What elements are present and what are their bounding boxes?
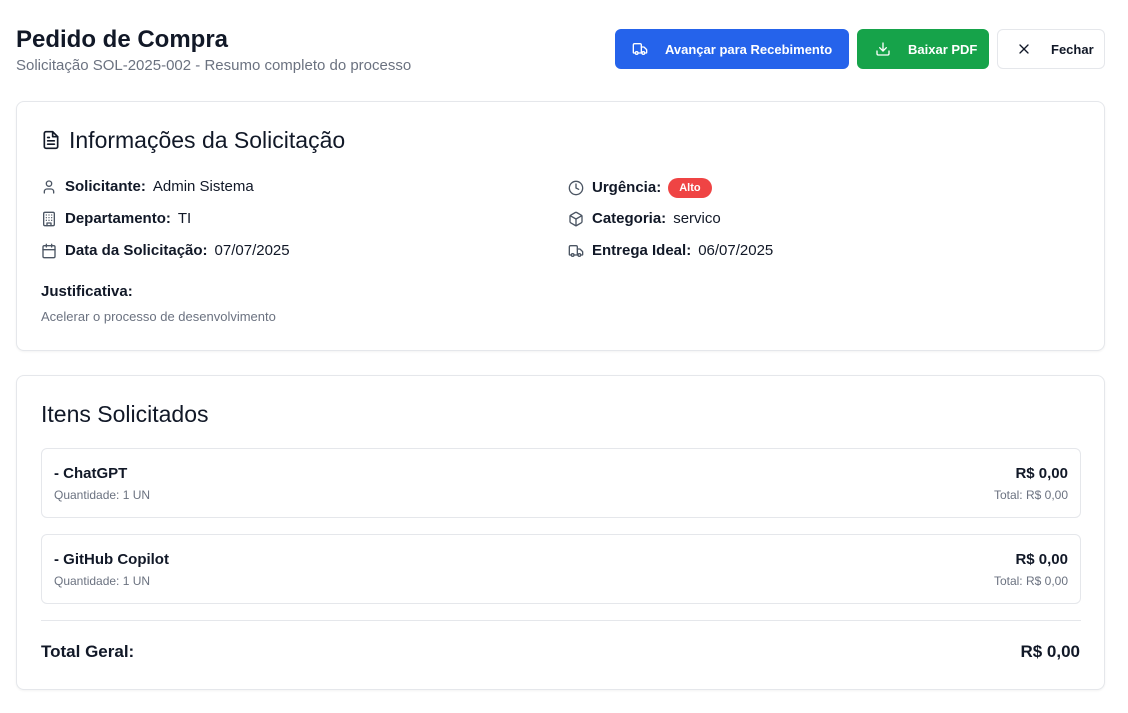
- item-total: Total: R$ 0,00: [993, 488, 1068, 502]
- list-item: - GitHub Copilot Quantidade: 1 UN R$ 0,0…: [41, 534, 1081, 604]
- total-divider: [41, 620, 1081, 621]
- department-value: TI: [177, 210, 192, 227]
- department-label: Departamento:: [65, 210, 171, 227]
- item-name: - ChatGPT: [54, 465, 128, 482]
- requested-items-card: Itens Solicitados - ChatGPT Quantidade: …: [16, 375, 1105, 690]
- department-field: Departamento: TI: [41, 210, 191, 228]
- request-info-title-text: Informações da Solicitação: [69, 127, 346, 153]
- grand-total-label: Total Geral:: [41, 642, 135, 661]
- page-title: Pedido de Compra: [16, 26, 229, 53]
- justification-text: Acelerar o processo de desenvolvimento: [41, 309, 276, 324]
- category-label: Categoria:: [592, 210, 667, 227]
- download-button-label: Baixar PDF: [908, 41, 978, 57]
- grand-total-value: R$ 0,00: [1020, 642, 1080, 661]
- close-button-label: Fechar: [1051, 41, 1094, 57]
- advance-button-label: Avançar para Recebimento: [665, 41, 833, 57]
- advance-to-receiving-button[interactable]: Avançar para Recebimento: [615, 29, 849, 69]
- ideal-delivery-value: 06/07/2025: [698, 242, 774, 259]
- download-icon: [876, 42, 890, 56]
- ideal-delivery-field: Entrega Ideal: 06/07/2025: [568, 242, 773, 260]
- requester-value: Admin Sistema: [152, 178, 254, 195]
- urgency-badge: Alto: [668, 178, 712, 198]
- clock-icon: [568, 180, 584, 196]
- request-date-label: Data da Solicitação:: [65, 242, 208, 259]
- category-value: servico: [673, 210, 721, 227]
- requested-items-title: Itens Solicitados: [41, 401, 209, 427]
- page-header: Pedido de Compra Solicitação SOL-2025-00…: [16, 26, 1105, 76]
- category-field: Categoria: servico: [568, 210, 721, 228]
- item-quantity: Quantidade: 1 UN: [54, 574, 151, 588]
- truck-icon: [632, 43, 648, 55]
- close-button[interactable]: Fechar: [997, 29, 1105, 69]
- truck-icon: [568, 243, 584, 259]
- item-price: R$ 0,00: [1015, 551, 1068, 568]
- urgency-label: Urgência:: [592, 179, 662, 196]
- user-icon: [41, 179, 57, 195]
- requester-field: Solicitante: Admin Sistema: [41, 178, 254, 196]
- ideal-delivery-label: Entrega Ideal:: [592, 242, 692, 259]
- item-quantity: Quantidade: 1 UN: [54, 488, 151, 502]
- item-price: R$ 0,00: [1015, 465, 1068, 482]
- justification-label: Justificativa:: [41, 283, 133, 300]
- item-total: Total: R$ 0,00: [993, 574, 1068, 588]
- header-actions: Avançar para Recebimento Baixar PDF Fech…: [615, 29, 1105, 69]
- urgency-field: Urgência: Alto: [568, 178, 712, 198]
- requester-label: Solicitante:: [65, 178, 146, 195]
- request-date-field: Data da Solicitação: 07/07/2025: [41, 242, 290, 260]
- file-text-icon: [41, 130, 61, 150]
- request-info-title: Informações da Solicitação: [41, 126, 345, 154]
- request-info-card: Informações da Solicitação Solicitante: …: [16, 101, 1105, 351]
- package-icon: [568, 211, 584, 227]
- download-pdf-button[interactable]: Baixar PDF: [857, 29, 989, 69]
- list-item: - ChatGPT Quantidade: 1 UN R$ 0,00 Total…: [41, 448, 1081, 518]
- close-icon: [1019, 44, 1029, 54]
- item-name: - GitHub Copilot: [54, 551, 169, 568]
- page-subtitle: Solicitação SOL-2025-002 - Resumo comple…: [16, 57, 412, 74]
- building-icon: [41, 211, 57, 227]
- request-date-value: 07/07/2025: [214, 242, 290, 259]
- calendar-icon: [41, 243, 57, 259]
